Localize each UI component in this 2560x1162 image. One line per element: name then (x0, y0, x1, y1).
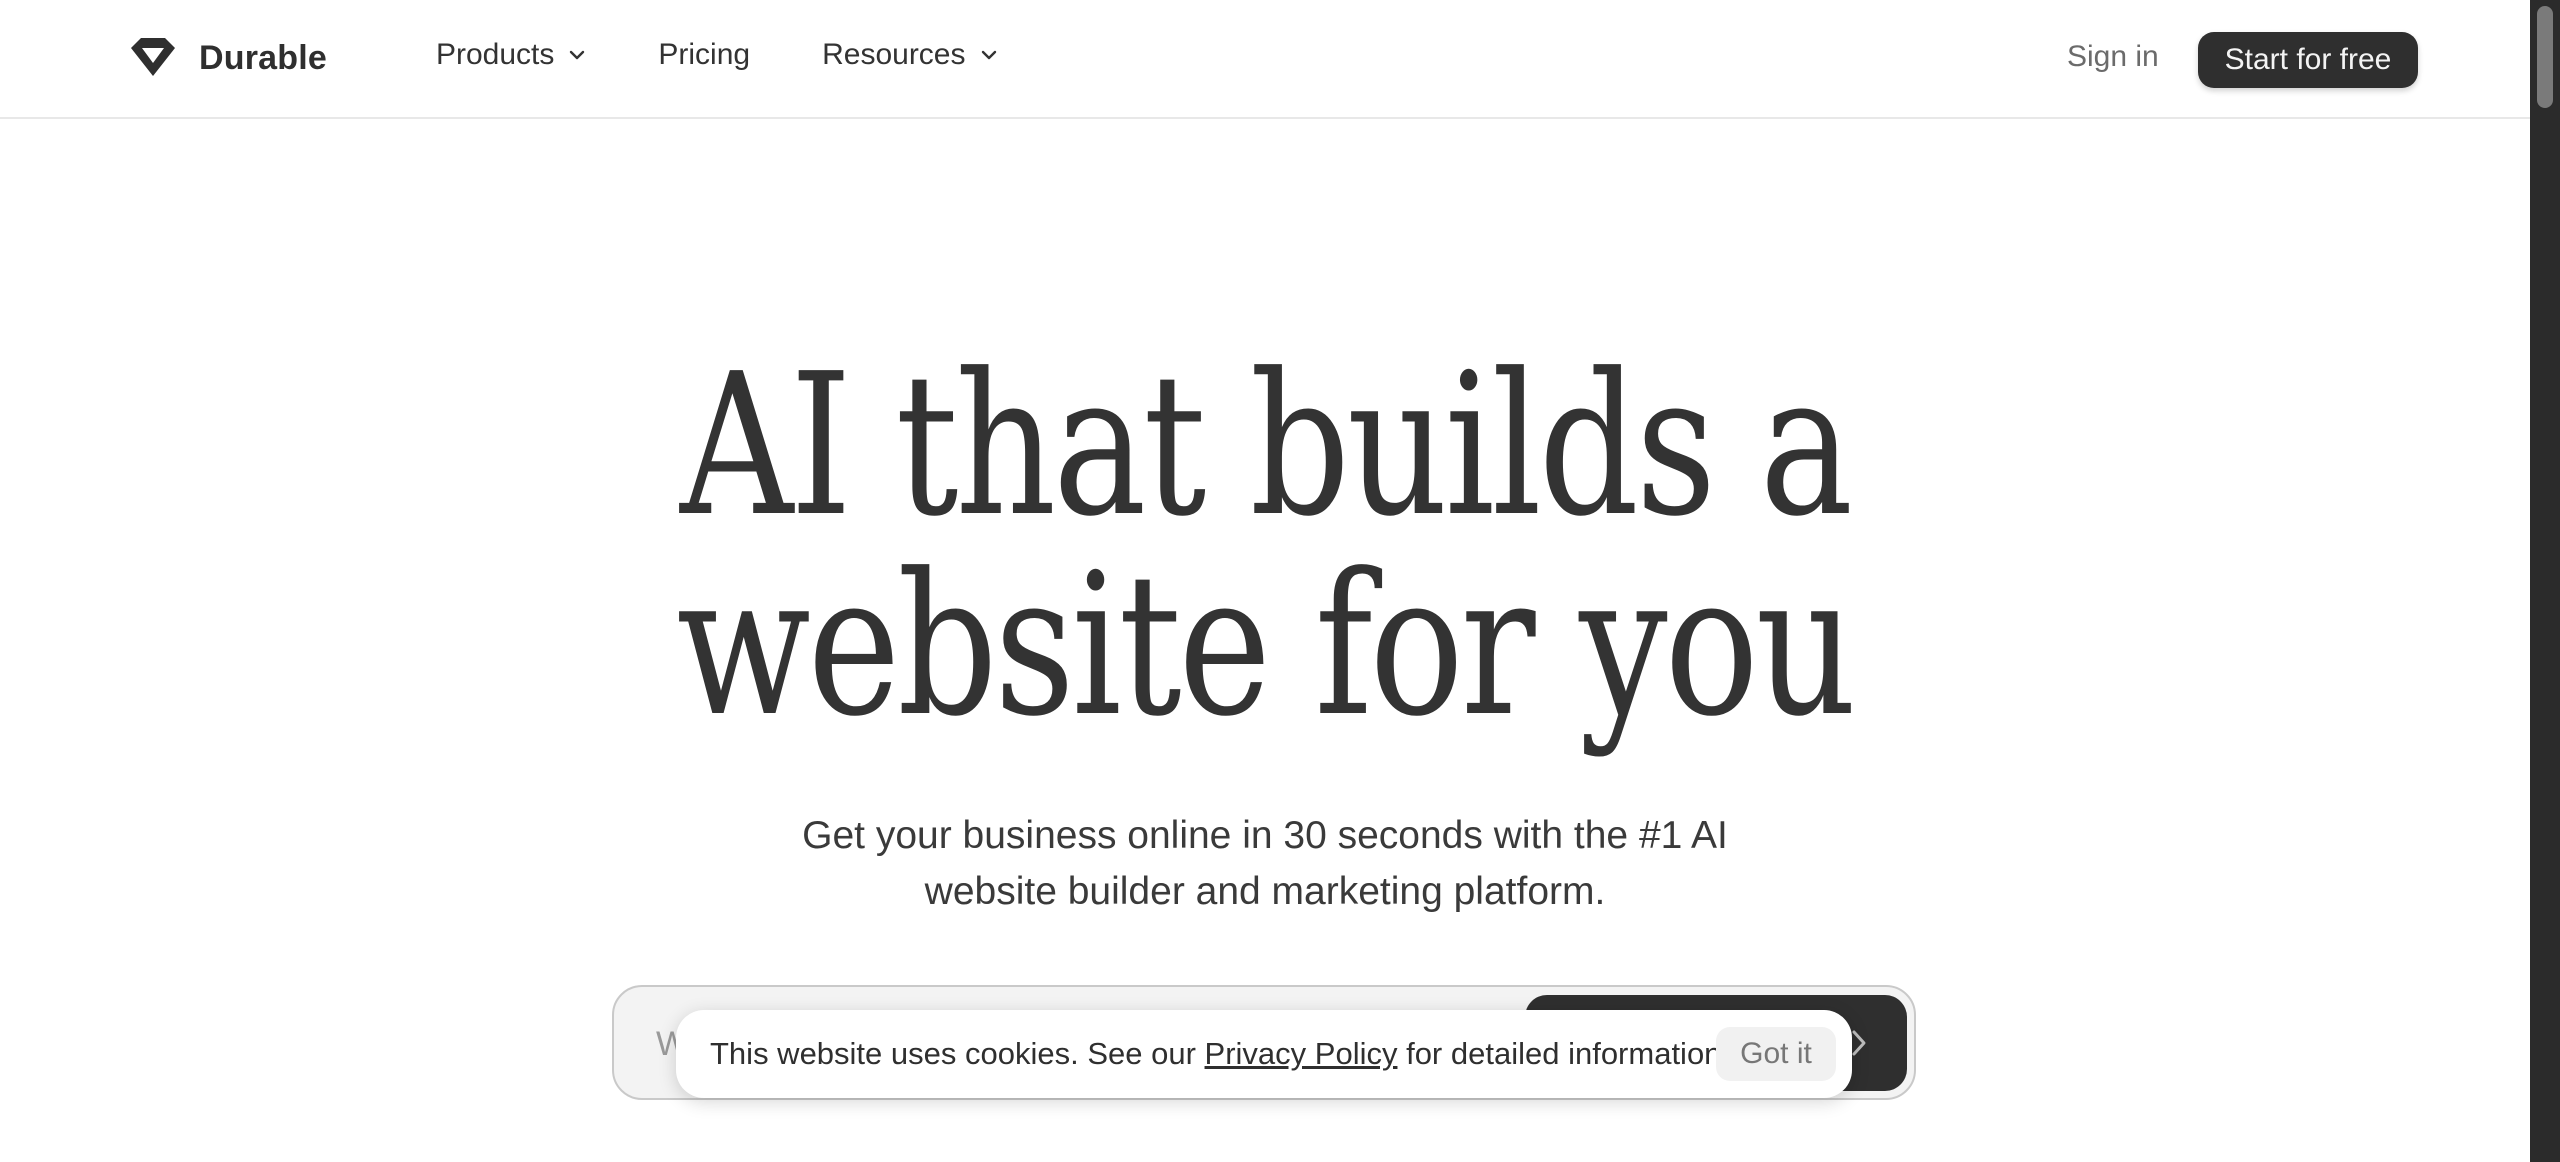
chevron-down-icon (568, 49, 586, 61)
brand-name: Durable (199, 38, 327, 77)
main-nav: Products Pricing Resources (436, 38, 998, 72)
nav-pricing[interactable]: Pricing (658, 38, 750, 72)
got-it-button[interactable]: Got it (1716, 1027, 1836, 1081)
chevron-down-icon (980, 49, 998, 61)
hero-title: AI that builds a website for you (253, 346, 2277, 746)
hero-subtitle-line-1: Get your business online in 30 seconds w… (802, 814, 1728, 857)
cookie-text-start: This website uses cookies. See our (710, 1036, 1205, 1071)
cookie-text-end: for detailed information. (1397, 1036, 1731, 1071)
hero-title-line-1: AI that builds a (680, 332, 1853, 560)
durable-logo-icon (127, 36, 179, 80)
page: Durable Products Pricing Resources Sign … (0, 0, 2530, 1162)
cookie-banner: This website uses cookies. See our Priva… (676, 1010, 1852, 1098)
scrollbar[interactable] (2530, 0, 2560, 1162)
logo[interactable]: Durable (127, 36, 327, 80)
nav-pricing-label: Pricing (658, 38, 751, 71)
nav-resources[interactable]: Resources (822, 38, 997, 72)
cookie-message: This website uses cookies. See our Priva… (710, 1036, 1730, 1072)
sign-in-link[interactable]: Sign in (2067, 40, 2159, 74)
privacy-policy-link[interactable]: Privacy Policy (1205, 1036, 1398, 1071)
hero-title-line-2: website for you (676, 532, 1857, 760)
nav-products-label: Products (436, 38, 555, 71)
hero-subtitle: Get your business online in 30 seconds w… (0, 808, 2530, 920)
nav-products[interactable]: Products (436, 38, 586, 72)
site-header: Durable Products Pricing Resources Sign … (0, 0, 2530, 119)
hero-subtitle-line-2: website builder and marketing platform. (924, 870, 1606, 913)
start-for-free-button[interactable]: Start for free (2198, 32, 2418, 88)
nav-resources-label: Resources (822, 38, 966, 71)
chevron-right-icon (1851, 1029, 1867, 1057)
scrollbar-thumb[interactable] (2537, 6, 2553, 108)
